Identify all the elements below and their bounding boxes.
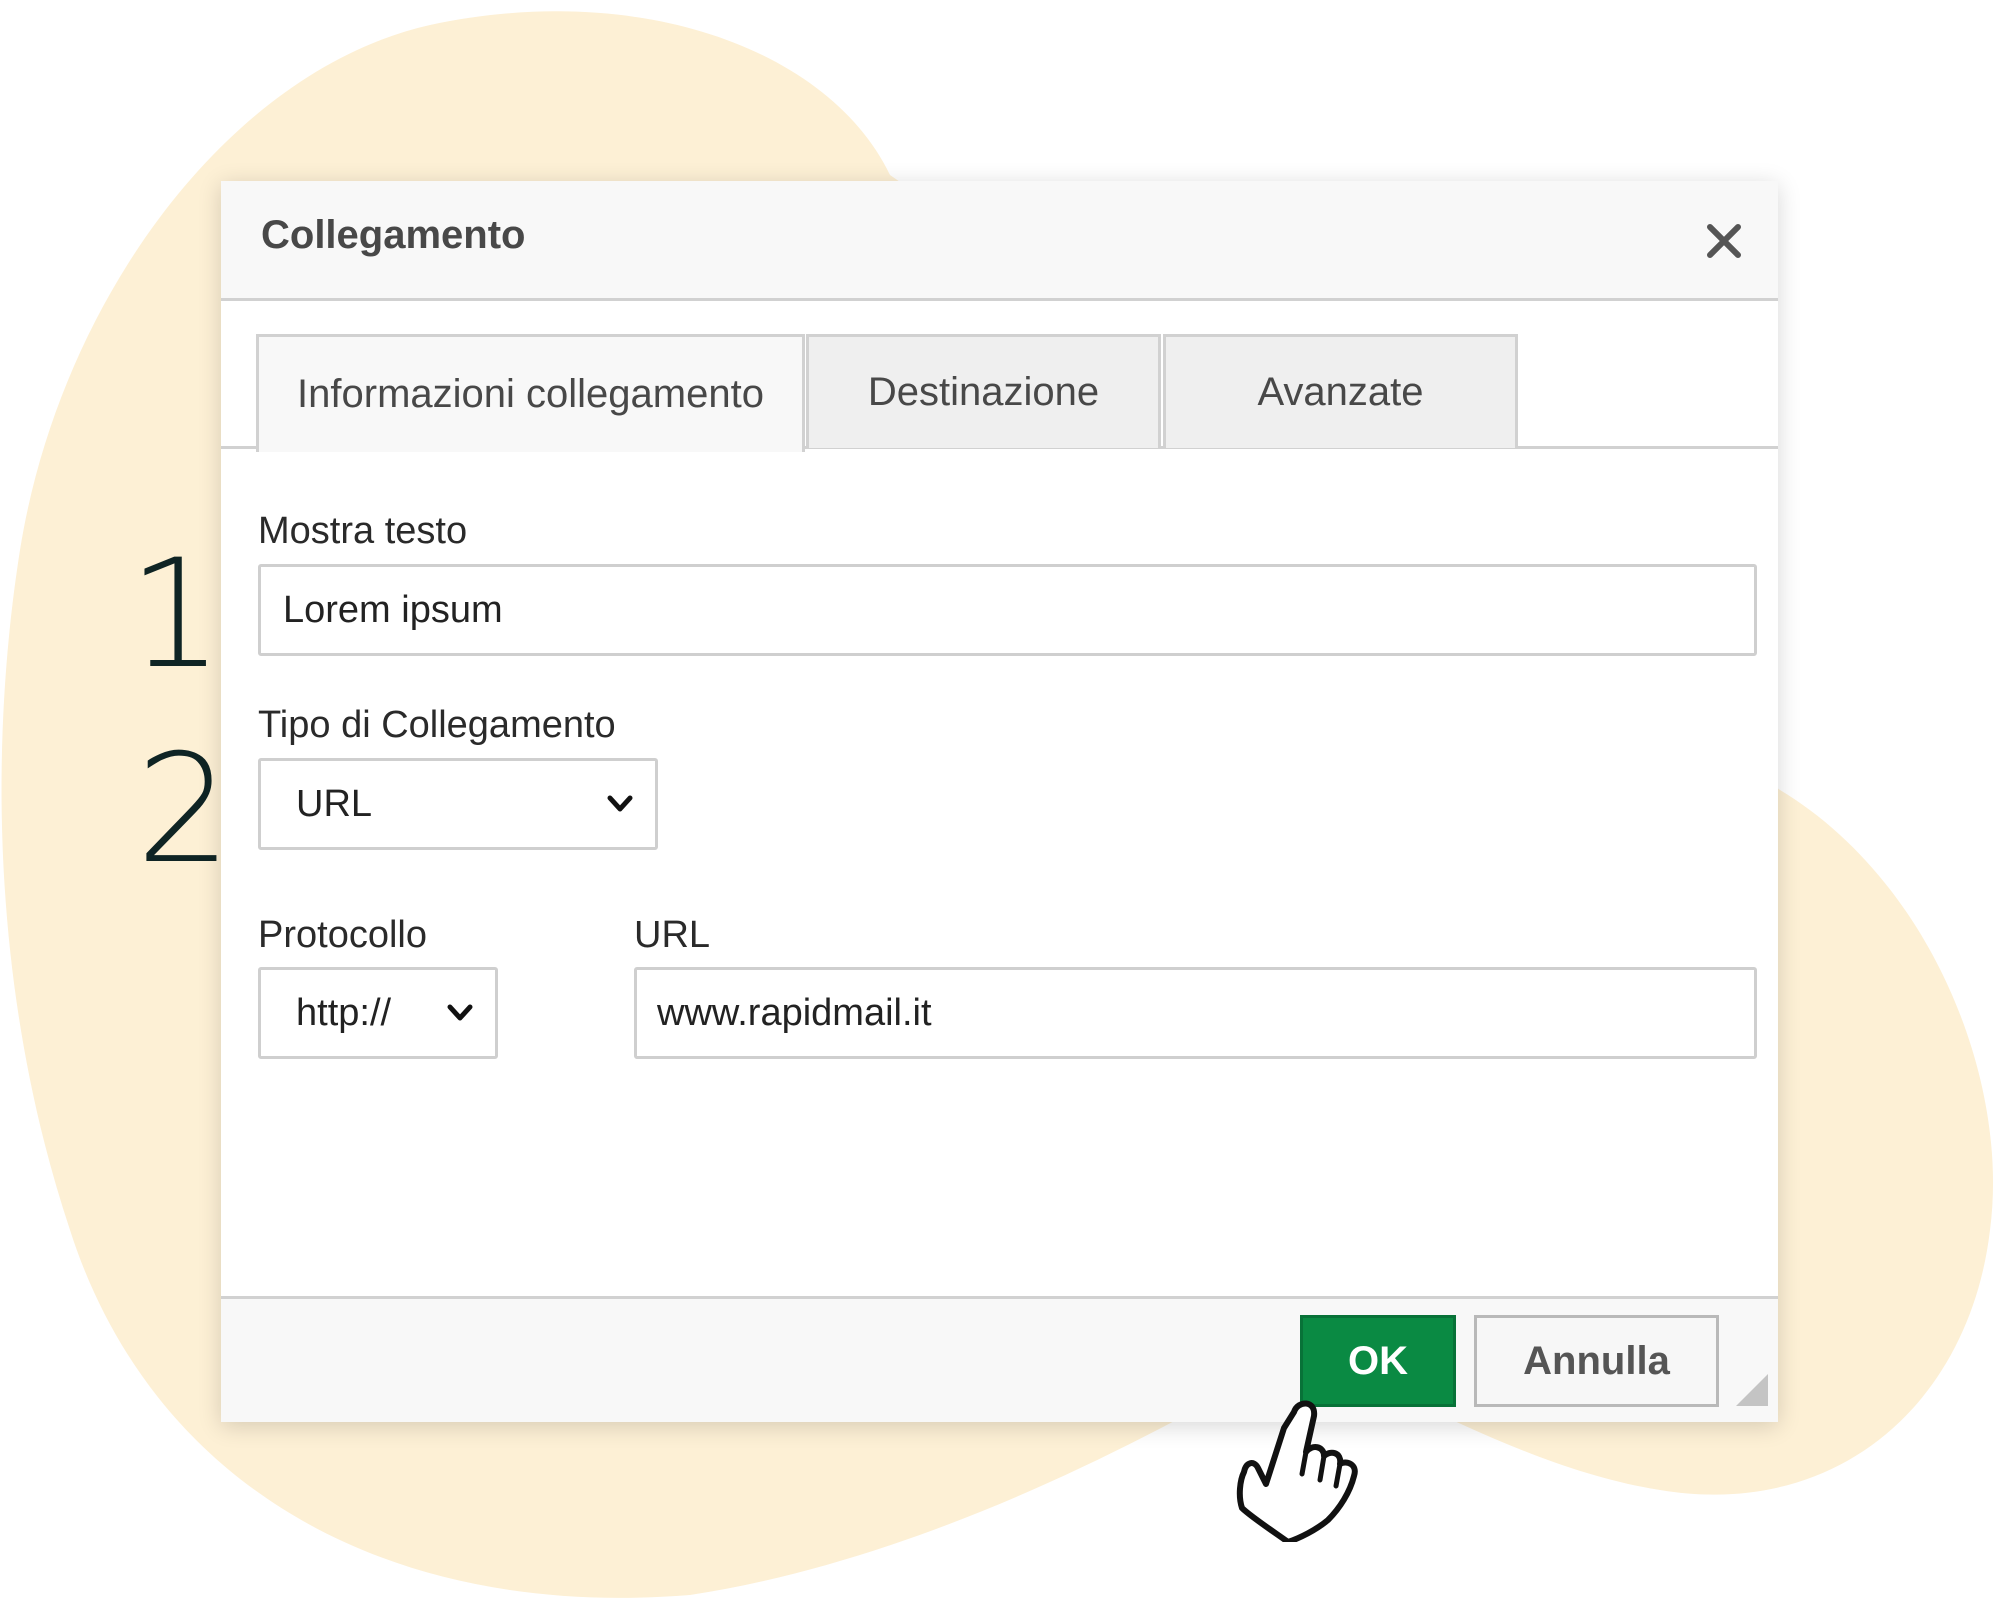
display-text-label: Mostra testo (258, 510, 468, 552)
resize-grip-icon[interactable] (1736, 1374, 1768, 1406)
tab-target[interactable]: Destinazione (806, 334, 1161, 448)
tab-label: Destinazione (867, 370, 1100, 414)
url-input[interactable]: www.rapidmail.it (634, 967, 1757, 1059)
chevron-down-icon (607, 795, 633, 812)
dialog-footer: OK Annulla (221, 1296, 1778, 1422)
tab-label: Avanzate (1257, 370, 1424, 414)
link-dialog: Collegamento Informazioni collegamento D… (221, 181, 1778, 1422)
cancel-button[interactable]: Annulla (1474, 1315, 1719, 1407)
tab-label: Informazioni collegamento (297, 372, 764, 416)
tab-bar: Informazioni collegamento Destinazione A… (221, 334, 1778, 452)
tab-advanced[interactable]: Avanzate (1163, 334, 1518, 448)
tab-link-info[interactable]: Informazioni collegamento (256, 334, 805, 452)
link-type-select[interactable]: URL (258, 758, 658, 850)
display-text-input[interactable]: Lorem ipsum (258, 564, 1757, 656)
chevron-down-icon (447, 1004, 473, 1021)
url-label: URL (634, 914, 711, 956)
display-text-value: Lorem ipsum (283, 588, 503, 631)
cancel-button-label: Annulla (1523, 1338, 1670, 1383)
dialog-title: Collegamento (261, 213, 526, 257)
protocol-value: http:// (296, 991, 392, 1034)
link-type-value: URL (296, 782, 373, 825)
protocol-label: Protocollo (258, 914, 427, 956)
close-icon[interactable] (1700, 217, 1748, 265)
hand-pointer-icon (1236, 1400, 1358, 1542)
dialog-titlebar: Collegamento (221, 181, 1778, 301)
url-value: www.rapidmail.it (657, 991, 932, 1034)
step-number-2: 2 (136, 723, 232, 897)
step-number-1: 1 (128, 528, 224, 702)
link-type-label: Tipo di Collegamento (258, 704, 616, 746)
ok-button-label: OK (1348, 1338, 1408, 1383)
protocol-select[interactable]: http:// (258, 967, 498, 1059)
